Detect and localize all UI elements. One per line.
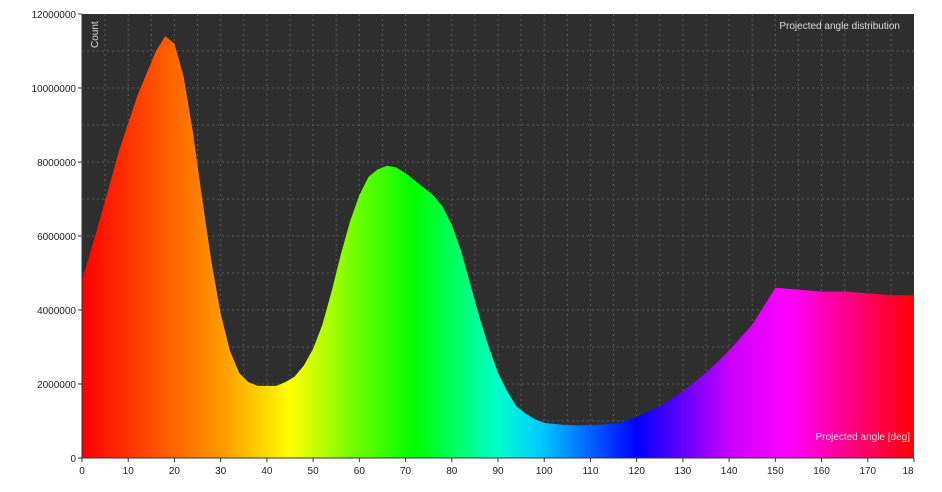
chart-canvas: 0 10 20 30 40 50 60 70 80 90 100 110 120 130 140 150 160… bbox=[32, 10, 915, 477]
y-tick-label: 6000000 bbox=[37, 232, 76, 243]
x-tick-label: 10 bbox=[123, 466, 135, 477]
x-tick-label: 40 bbox=[261, 466, 273, 477]
x-tick-label: 110 bbox=[582, 466, 598, 477]
x-tick-label: 30 bbox=[215, 466, 227, 477]
y-tick-label: 10000000 bbox=[32, 84, 77, 95]
chart-title: Projected angle distribution bbox=[779, 21, 900, 32]
x-tick-label: 80 bbox=[446, 466, 458, 477]
y-tick-label: 4000000 bbox=[37, 306, 76, 317]
x-tick-label: 60 bbox=[354, 466, 366, 477]
x-tick-label: 150 bbox=[767, 466, 784, 477]
x-tick-label: 120 bbox=[628, 466, 645, 477]
x-tick-label: 0 bbox=[79, 466, 85, 477]
x-tick-label: 50 bbox=[308, 466, 320, 477]
x-tick-label: 170 bbox=[859, 466, 876, 477]
x-tick-label: 160 bbox=[813, 466, 830, 477]
x-tick-labels: 0 10 20 30 40 50 60 70 80 90 100 110 120 130 140 150 160… bbox=[79, 458, 915, 477]
y-tick-labels: 0 2000000 4000000 6000000 8000000 10000000 120… bbox=[32, 10, 82, 465]
x-tick-label: 20 bbox=[169, 466, 181, 477]
y-tick-label: 8000000 bbox=[37, 158, 76, 169]
x-axis-label: Projected angle [deg] bbox=[815, 432, 910, 443]
chart-container: 0 10 20 30 40 50 60 70 80 90 100 110 120 130 140 150 160… bbox=[0, 0, 942, 492]
x-tick-label: 140 bbox=[721, 466, 738, 477]
y-tick-label: 12000000 bbox=[32, 10, 77, 21]
x-tick-label: 90 bbox=[492, 466, 504, 477]
x-tick-label: 100 bbox=[536, 466, 553, 477]
y-axis-label: Count bbox=[90, 21, 101, 48]
x-tick-label: 130 bbox=[675, 466, 692, 477]
y-tick-label: 0 bbox=[70, 454, 76, 465]
x-tick-label: 70 bbox=[400, 466, 412, 477]
x-tick-label: 18 bbox=[902, 466, 914, 477]
y-tick-label: 2000000 bbox=[37, 380, 76, 391]
